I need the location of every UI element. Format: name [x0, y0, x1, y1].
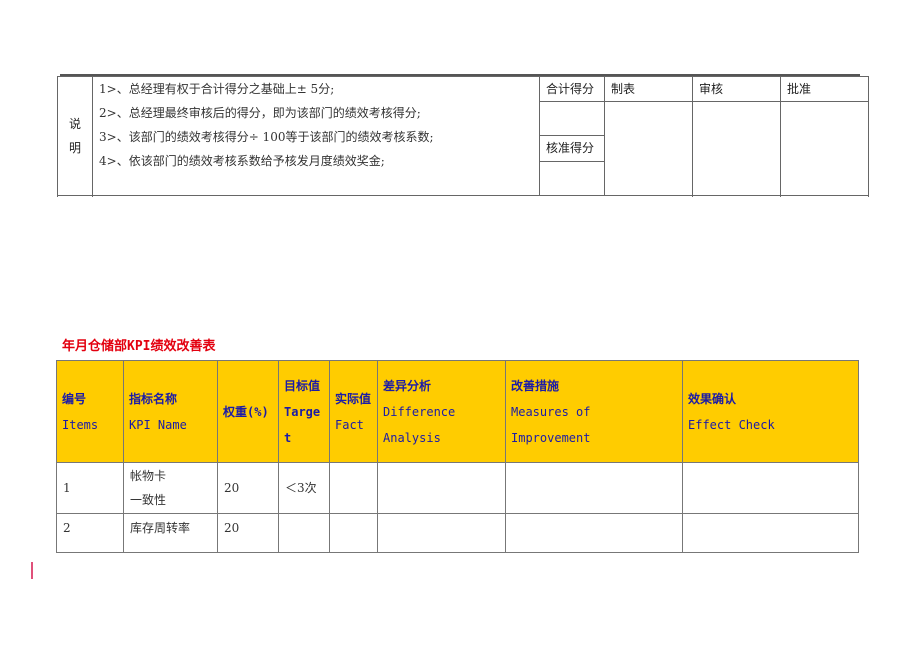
header-kpi-name-cn: 指标名称 — [129, 391, 178, 406]
notes-label-line-1: 说 — [68, 117, 81, 131]
note-item-1: 1>、总经理有权于合计得分之基础上± 5分; — [99, 82, 335, 96]
total-score-value[interactable] — [539, 101, 605, 136]
kpi-name-line-2: 一致性 — [130, 493, 167, 507]
cell-target[interactable] — [278, 513, 330, 553]
header-row: 编号 Items 指标名称 KPI Name 权重(%) 目标值 Target … — [56, 360, 859, 463]
improvement-table-title: 年月仓储部KPI绩效改善表 — [62, 339, 216, 354]
cell-weight: 20 — [217, 462, 279, 514]
header-items: 编号 Items — [56, 360, 124, 463]
note-item-4: 4>、依该部门的绩效考核系数给予核发月度绩效奖金; — [99, 154, 385, 168]
cell-item: 1 — [56, 462, 124, 514]
note-item-2: 2>、总经理最终审核后的得分，即为该部门的绩效考核得分; — [99, 106, 421, 120]
header-measures-en: Measures of Improvement — [511, 404, 591, 445]
header-items-en: Items — [62, 417, 99, 432]
header-kpi-name-en: KPI Name — [129, 417, 187, 432]
header-effect-en: Effect Check — [688, 417, 775, 432]
header-target-en: Target — [284, 404, 321, 445]
header-target-cn: 目标值 — [284, 378, 321, 393]
cell-difference[interactable] — [377, 462, 506, 514]
cell-fact[interactable] — [329, 462, 378, 514]
header-effect-cn: 效果确认 — [688, 391, 737, 406]
table-row: 2 库存周转率 20 — [56, 513, 859, 553]
cell-fact[interactable] — [329, 513, 378, 553]
notes-label-line-2: 明 — [68, 141, 81, 155]
prepared-by-label: 制表 — [604, 76, 693, 102]
text-cursor — [31, 562, 33, 579]
header-difference-cn: 差异分析 — [383, 378, 432, 393]
approved-score-label: 核准得分 — [539, 135, 605, 162]
approved-by-label: 批准 — [780, 76, 869, 102]
note-item-3: 3>、该部门的绩效考核得分÷ 100等于该部门的绩效考核系数; — [99, 130, 434, 144]
notes-cell: 1>、总经理有权于合计得分之基础上± 5分; 2>、总经理最终审核后的得分，即为… — [92, 76, 540, 196]
approved-score-value[interactable] — [539, 161, 605, 196]
cell-difference[interactable] — [377, 513, 506, 553]
header-difference: 差异分析 Difference Analysis — [377, 360, 506, 463]
reviewed-by-label: 审核 — [692, 76, 781, 102]
cell-kpi-name: 帐物卡 一致性 — [123, 462, 218, 514]
cell-measures[interactable] — [505, 462, 683, 514]
header-measures-cn: 改善措施 — [511, 378, 560, 393]
header-kpi-name: 指标名称 KPI Name — [123, 360, 218, 463]
header-items-cn: 编号 — [62, 391, 87, 406]
cell-measures[interactable] — [505, 513, 683, 553]
header-difference-en: Difference Analysis — [383, 404, 456, 445]
cell-weight: 20 — [217, 513, 279, 553]
header-weight-cn: 权重(%) — [223, 404, 269, 419]
cell-target: ＜3次 — [278, 462, 330, 514]
approved-by-signature[interactable] — [780, 101, 869, 196]
header-fact-en: Fact — [335, 417, 364, 432]
cell-kpi-name: 库存周转率 — [123, 513, 218, 553]
kpi-name-line-1: 帐物卡 — [130, 469, 167, 483]
notes-label: 说 明 — [57, 76, 93, 196]
table-row: 1 帐物卡 一致性 20 ＜3次 — [56, 462, 859, 514]
notes-table: 说 明 1>、总经理有权于合计得分之基础上± 5分; 2>、总经理最终审核后的得… — [57, 76, 869, 196]
header-measures: 改善措施 Measures of Improvement — [505, 360, 683, 463]
header-fact-cn: 实际值 — [335, 391, 372, 406]
improvement-table: 编号 Items 指标名称 KPI Name 权重(%) 目标值 Target … — [56, 360, 859, 553]
cell-effect[interactable] — [682, 513, 859, 553]
header-fact: 实际值 Fact — [329, 360, 378, 463]
cell-item: 2 — [56, 513, 124, 553]
header-effect: 效果确认 Effect Check — [682, 360, 859, 463]
prepared-by-signature[interactable] — [604, 101, 693, 196]
cell-effect[interactable] — [682, 462, 859, 514]
header-weight: 权重(%) — [217, 360, 279, 463]
reviewed-by-signature[interactable] — [692, 101, 781, 196]
total-score-label: 合计得分 — [539, 76, 605, 102]
header-target: 目标值 Target — [278, 360, 330, 463]
